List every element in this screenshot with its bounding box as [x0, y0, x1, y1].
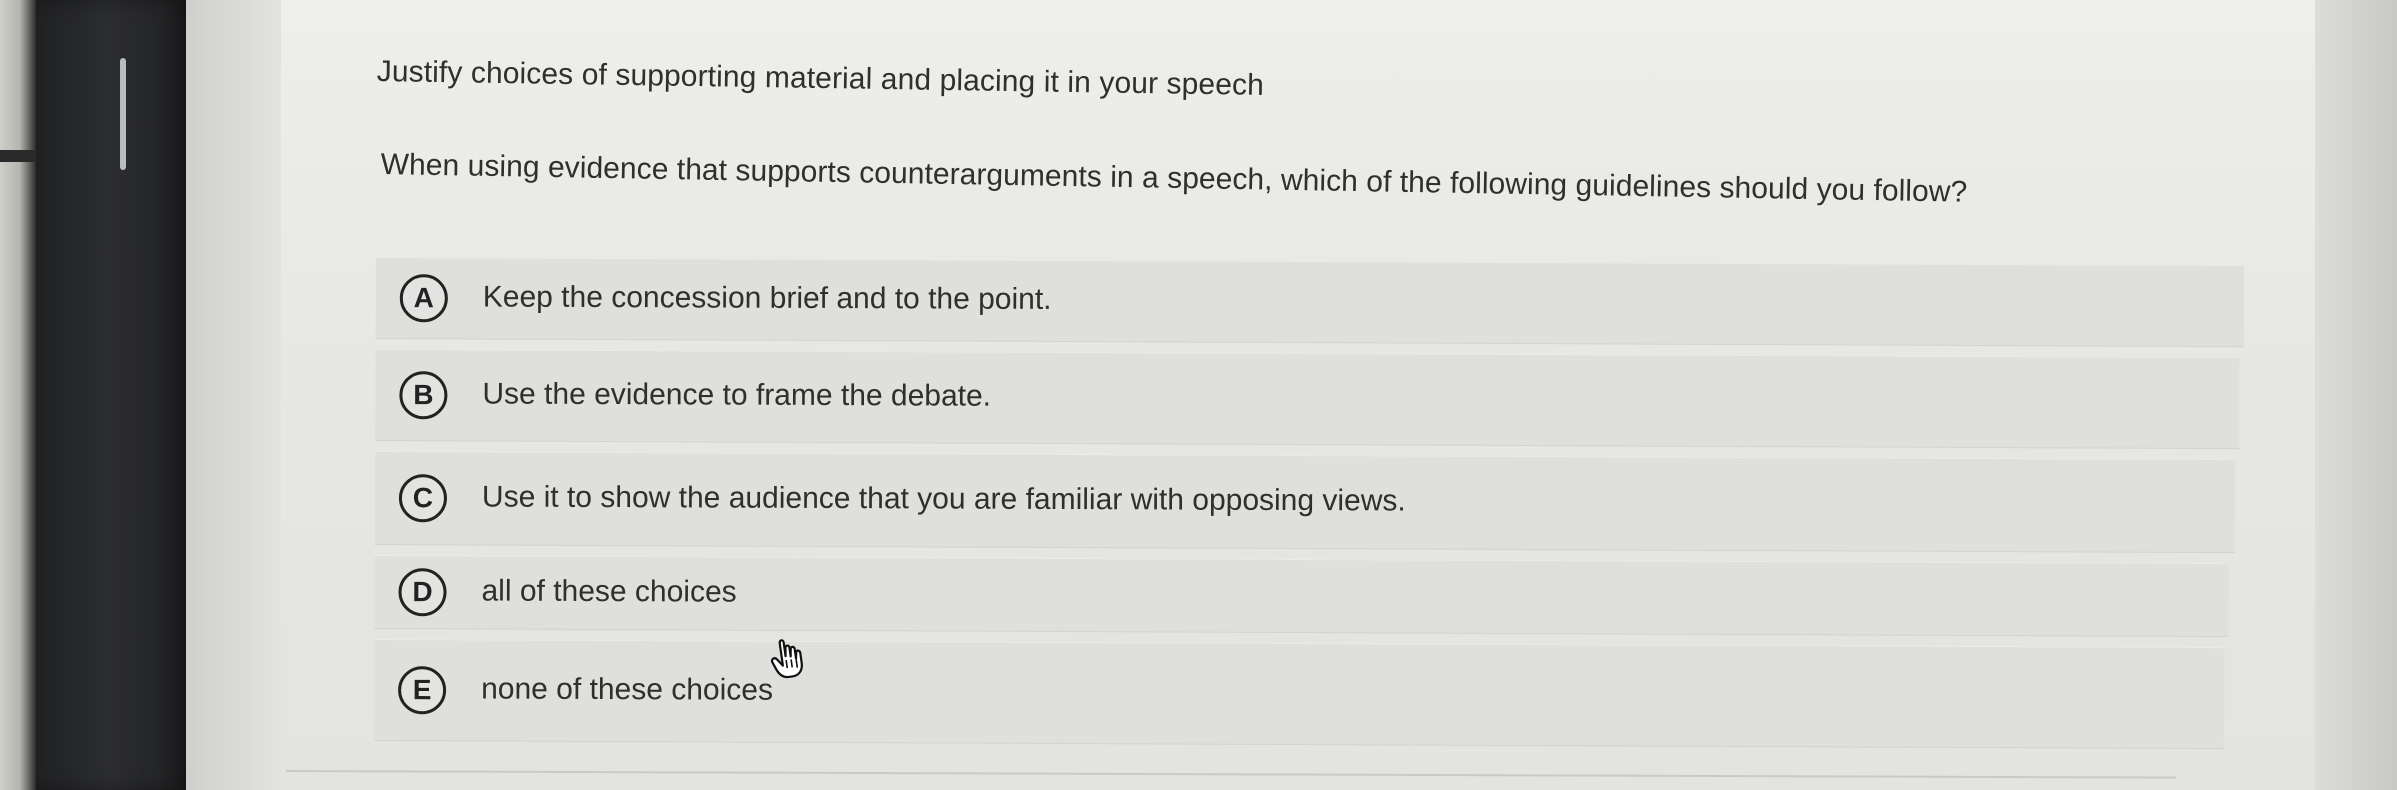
sidebar: [36, 0, 225, 790]
option-letter-badge: A: [399, 274, 448, 323]
option-letter-badge: E: [398, 666, 447, 715]
left-bezel: [0, 0, 36, 790]
hand-pointer-icon: [767, 636, 807, 682]
sidebar-active-indicator: [120, 58, 126, 170]
option-text: Keep the concession brief and to the poi…: [482, 280, 1052, 316]
option-letter-badge: B: [399, 371, 448, 420]
screen: Justify choices of supporting material a…: [0, 0, 2397, 790]
right-edge: [2315, 0, 2397, 790]
answer-options: A Keep the concession brief and to the p…: [373, 257, 2248, 759]
option-text: all of these choices: [481, 574, 737, 609]
answer-option-b[interactable]: B Use the evidence to frame the debate.: [375, 348, 2240, 450]
option-letter-badge: C: [398, 474, 448, 523]
answer-option-c[interactable]: C Use it to show the audience that you a…: [374, 450, 2236, 554]
answer-option-d[interactable]: D all of these choices: [374, 554, 2229, 638]
option-letter-badge: D: [398, 568, 447, 617]
option-text: Use the evidence to frame the debate.: [482, 377, 992, 413]
option-text: none of these choices: [481, 672, 774, 707]
option-text: Use it to show the audience that you are…: [481, 480, 1406, 518]
answer-option-a[interactable]: A Keep the concession brief and to the p…: [375, 257, 2244, 348]
answer-option-e[interactable]: E none of these choices: [373, 638, 2225, 750]
side-panel-gap: [186, 0, 281, 790]
